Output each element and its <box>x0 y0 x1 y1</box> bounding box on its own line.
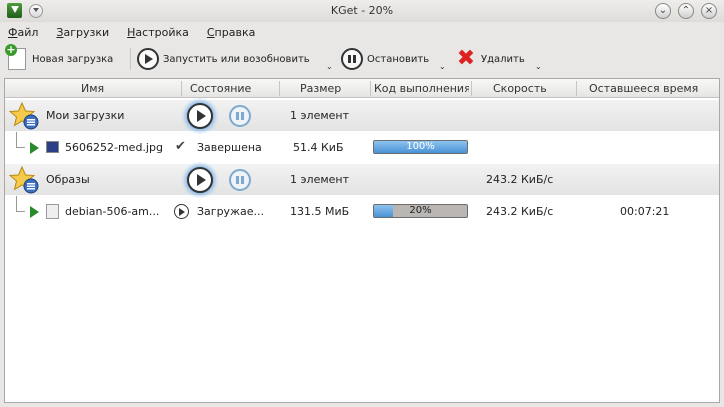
new-download-button[interactable]: + Новая загрузка <box>5 44 113 72</box>
download-arrow-icon <box>30 142 39 154</box>
checkmark-icon: ✔ <box>175 139 186 154</box>
start-resume-button[interactable]: Запустить или возобновить <box>137 46 310 72</box>
image-file-icon <box>46 141 59 153</box>
delete-button[interactable]: ✖ Удалить <box>456 46 525 72</box>
group-star-icon <box>9 166 39 194</box>
column-divider <box>576 81 577 96</box>
column-speed[interactable]: Скорость <box>493 82 547 95</box>
delete-x-icon: ✖ <box>456 46 476 71</box>
transfer-speed: 243.2 КиБ/с <box>486 205 554 218</box>
title-bar: KGet - 20% ⌄ ⌃ × <box>0 0 724 22</box>
transfer-filename: 5606252-med.jpg <box>65 141 163 154</box>
column-name[interactable]: Имя <box>81 82 104 95</box>
group-name: Образы <box>46 173 90 186</box>
column-divider <box>471 81 472 96</box>
stop-button[interactable]: Остановить <box>341 46 429 72</box>
minimize-button[interactable]: ⌄ <box>655 3 671 19</box>
group-start-icon[interactable] <box>187 103 213 129</box>
downloading-play-icon <box>174 204 189 219</box>
transfer-size: 51.4 КиБ <box>293 141 344 154</box>
transfer-filename: debian-506-am... <box>65 205 160 218</box>
group-pause-icon[interactable] <box>229 105 251 127</box>
transfer-size: 131.5 МиБ <box>290 205 350 218</box>
tree-branch <box>16 196 25 212</box>
column-divider <box>370 81 371 96</box>
menu-downloads[interactable]: Загрузки <box>56 26 109 39</box>
menu-settings[interactable]: Настройка <box>127 26 189 39</box>
group-pause-icon[interactable] <box>229 169 251 191</box>
group-size: 1 элемент <box>290 109 349 122</box>
maximize-button[interactable]: ⌃ <box>678 3 694 19</box>
play-icon <box>137 48 159 70</box>
delete-dropdown-arrow-icon[interactable]: ⌄ <box>535 62 542 71</box>
toolbar: + Новая загрузка Запустить или возобнови… <box>0 44 724 74</box>
column-size[interactable]: Размер <box>300 82 341 95</box>
transfer-status: Загружае... <box>197 205 264 218</box>
table-header: Имя Состояние Размер Код выполнения Скор… <box>5 79 719 98</box>
column-status[interactable]: Состояние <box>190 82 251 95</box>
toolbar-separator <box>130 48 131 70</box>
group-size: 1 элемент <box>290 173 349 186</box>
group-speed: 243.2 КиБ/с <box>486 173 554 186</box>
column-remaining-time[interactable]: Оставшееся время <box>589 82 698 95</box>
transfer-status: Завершена <box>197 141 262 154</box>
transfer-remaining: 00:07:21 <box>620 205 670 218</box>
new-document-icon: + <box>5 44 26 70</box>
pause-icon <box>341 48 363 70</box>
window-title: KGet - 20% <box>330 4 394 17</box>
group-star-icon <box>9 102 39 130</box>
menu-file[interactable]: Файл <box>8 26 38 39</box>
start-dropdown-arrow-icon[interactable]: ⌄ <box>326 62 333 71</box>
column-divider <box>181 81 182 96</box>
group-name: Мои загрузки <box>46 109 125 122</box>
download-arrow-icon <box>30 206 39 218</box>
disc-image-file-icon <box>46 204 59 219</box>
group-row[interactable]: Мои загрузки 1 элемент <box>5 100 719 131</box>
tree-branch <box>16 132 25 148</box>
close-button[interactable]: × <box>701 3 717 19</box>
transfers-table: Имя Состояние Размер Код выполнения Скор… <box>4 78 720 403</box>
menu-bar: Файл Загрузки Настройка Справка <box>0 22 724 42</box>
menu-help[interactable]: Справка <box>207 26 255 39</box>
transfer-progress-bar: 100% <box>373 140 468 154</box>
group-row[interactable]: Образы 1 элемент 243.2 КиБ/с <box>5 164 719 195</box>
stop-dropdown-arrow-icon[interactable]: ⌄ <box>439 62 446 71</box>
column-progress[interactable]: Код выполнения <box>374 82 469 95</box>
group-start-icon[interactable] <box>187 167 213 193</box>
column-divider <box>279 81 280 96</box>
transfer-row[interactable]: 5606252-med.jpg ✔ Завершена 51.4 КиБ 100… <box>5 132 719 163</box>
transfer-row[interactable]: debian-506-am... Загружае... 131.5 МиБ 2… <box>5 196 719 227</box>
transfer-progress-bar: 20% <box>373 204 468 218</box>
